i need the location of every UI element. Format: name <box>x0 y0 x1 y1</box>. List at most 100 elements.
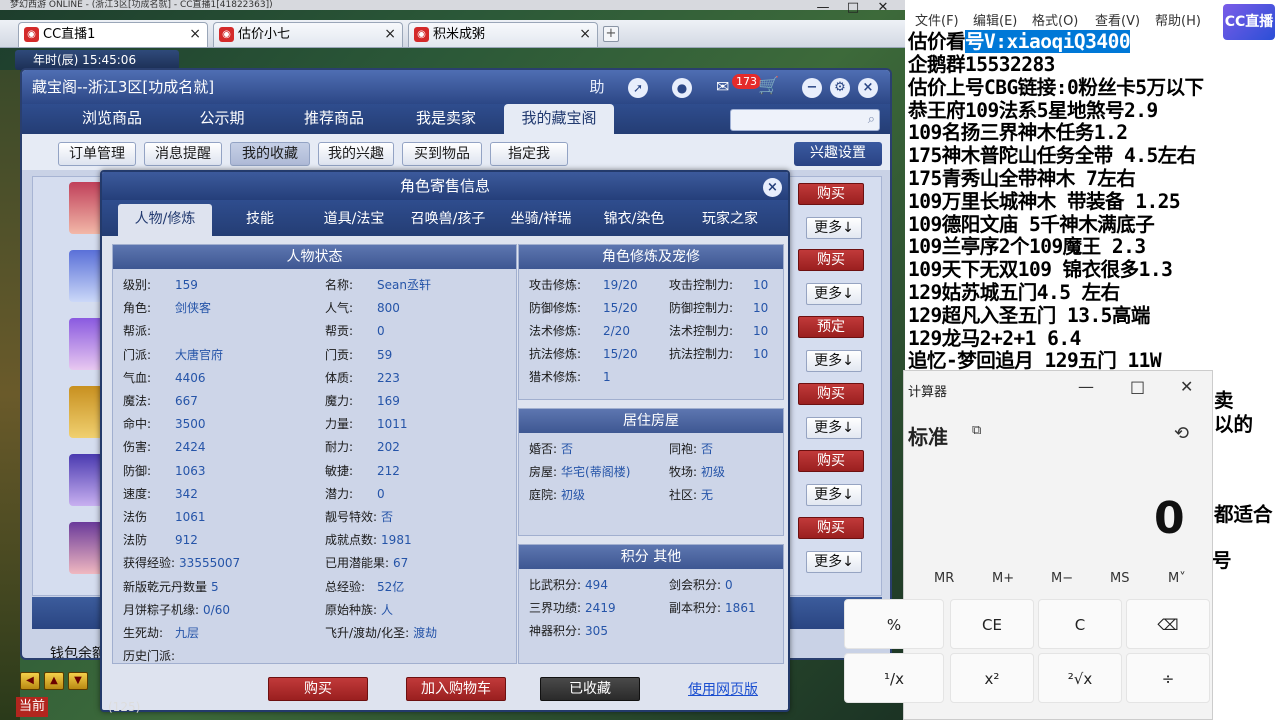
tab-mounts[interactable]: 坐骑/祥瑞 <box>502 204 580 236</box>
settings-gear-icon[interactable]: ⚙ <box>830 78 850 98</box>
add-to-cart-button[interactable]: 加入购物车 <box>406 677 506 701</box>
tab-outfits[interactable]: 锦衣/染色 <box>594 204 674 236</box>
close-icon[interactable]: × <box>858 78 878 98</box>
percent-key[interactable]: % <box>844 599 944 649</box>
clear-key[interactable]: C <box>1038 599 1122 649</box>
search-icon[interactable]: ⌕ <box>868 112 875 127</box>
interest-settings-button[interactable]: 兴趣设置 <box>794 142 882 166</box>
tab-close-icon[interactable]: × <box>189 23 201 46</box>
nav-my-cbg[interactable]: 我的藏宝阁 <box>504 104 614 134</box>
subnav-orders[interactable]: 订单管理 <box>58 142 136 166</box>
tab-character[interactable]: 人物/修炼 <box>118 204 212 236</box>
tab-pets[interactable]: 召唤兽/孩子 <box>402 204 494 236</box>
more-button[interactable]: 更多↓ <box>806 217 862 239</box>
up-arrow-icon[interactable]: ▲ <box>44 672 64 690</box>
memory-add-button[interactable]: M+ <box>992 571 1014 586</box>
cart-icon[interactable]: 🛒 <box>758 76 779 96</box>
more-button[interactable]: 更多↓ <box>806 283 862 305</box>
tab-cc-live[interactable]: ◉ CC直播1 × <box>18 22 208 47</box>
info-row: 副本积分: 1861 <box>669 598 756 618</box>
info-label: 防御修炼: <box>529 301 582 315</box>
sqrt-key[interactable]: ²√x <box>1038 653 1122 703</box>
selected-text[interactable]: 号V:xiaoqiQ3400 <box>965 30 1131 53</box>
notepad-overflow-line: 以的 <box>1214 413 1254 436</box>
divide-key[interactable]: ÷ <box>1126 653 1210 703</box>
more-button[interactable]: 更多↓ <box>806 350 862 372</box>
minimize-button[interactable]: — <box>1078 377 1094 396</box>
info-value: 223 <box>377 370 400 385</box>
nav-recommend[interactable]: 推荐商品 <box>284 104 384 134</box>
calculator-mode[interactable]: 标准 <box>908 421 948 450</box>
close-button[interactable]: ✕ <box>1180 377 1193 396</box>
reciprocal-key[interactable]: ¹/x <box>844 653 944 703</box>
help-button[interactable]: 助 <box>582 74 612 100</box>
favorited-button[interactable]: 已收藏 <box>540 677 640 701</box>
subnav-messages[interactable]: 消息提醒 <box>144 142 222 166</box>
info-label: 角色: <box>123 301 152 316</box>
subnav-assigned[interactable]: 指定我 <box>490 142 568 166</box>
new-tab-button[interactable]: + <box>603 26 619 42</box>
info-label: 法防 <box>123 533 148 548</box>
memory-list-button[interactable]: M˅ <box>1168 571 1186 586</box>
notepad-line: 估价上号CBG链接:0粉丝卡5万以下 <box>908 75 1204 99</box>
tab-home[interactable]: 玩家之家 <box>686 204 774 236</box>
close-icon[interactable]: × <box>763 178 782 197</box>
tab-close-icon[interactable]: × <box>579 23 591 46</box>
buy-button[interactable]: 购买 <box>798 383 864 405</box>
reserve-button[interactable]: 预定 <box>798 316 864 338</box>
subnav-interests[interactable]: 我的兴趣 <box>318 142 394 166</box>
info-label: 月饼粽子机缘: <box>123 602 200 617</box>
tab-valuation[interactable]: ◉ 估价小七 × <box>213 22 403 47</box>
web-version-link[interactable]: 使用网页版 <box>688 679 758 699</box>
square-key[interactable]: x² <box>950 653 1034 703</box>
menu-file[interactable]: 文件(F) <box>915 10 959 29</box>
more-button[interactable]: 更多↓ <box>806 417 862 439</box>
share-icon[interactable]: ➚ <box>628 78 648 98</box>
more-button[interactable]: 更多↓ <box>806 551 862 573</box>
tab-close-icon[interactable]: × <box>384 23 396 46</box>
subnav-favorites[interactable]: 我的收藏 <box>230 142 310 166</box>
minimize-button[interactable]: — <box>808 0 838 15</box>
buy-button[interactable]: 购买 <box>798 249 864 271</box>
buy-button[interactable]: 购买 <box>798 450 864 472</box>
tab-items[interactable]: 道具/法宝 <box>312 204 396 236</box>
nav-seller[interactable]: 我是卖家 <box>396 104 496 134</box>
info-value: 800 <box>377 301 400 316</box>
info-value: 59 <box>377 347 393 362</box>
record-icon[interactable]: ● <box>672 78 692 98</box>
tab-skills[interactable]: 技能 <box>222 204 298 236</box>
nav-browse[interactable]: 浏览商品 <box>62 104 162 134</box>
clear-entry-key[interactable]: CE <box>950 599 1034 649</box>
backspace-key[interactable]: ⌫ <box>1126 599 1210 649</box>
maximize-button[interactable]: □ <box>838 0 868 15</box>
keep-on-top-icon[interactable]: ⧉ <box>972 423 994 443</box>
history-icon[interactable]: ⟲ <box>1174 423 1189 444</box>
tab-jimi[interactable]: ◉ 积米成粥 × <box>408 22 598 47</box>
search-input[interactable]: ⌕ <box>730 109 880 131</box>
info-value: 渡劫 <box>413 626 438 640</box>
current-channel-button[interactable]: 当前 <box>16 697 48 717</box>
info-value: 1011 <box>377 417 408 432</box>
memory-recall-button[interactable]: MR <box>934 571 954 586</box>
down-arrow-icon[interactable]: ▼ <box>68 672 88 690</box>
menu-view[interactable]: 查看(V) <box>1095 10 1140 29</box>
buy-button[interactable]: 购买 <box>798 517 864 539</box>
memory-subtract-button[interactable]: M− <box>1051 571 1073 586</box>
more-button[interactable]: 更多↓ <box>806 484 862 506</box>
left-arrow-icon[interactable]: ◀ <box>20 672 40 690</box>
minimize-icon[interactable]: − <box>802 78 822 98</box>
memory-store-button[interactable]: MS <box>1110 571 1129 586</box>
menu-edit[interactable]: 编辑(E) <box>973 10 1017 29</box>
buy-button[interactable]: 购买 <box>268 677 368 701</box>
menu-help[interactable]: 帮助(H) <box>1155 10 1201 29</box>
maximize-button[interactable]: □ <box>1130 377 1145 396</box>
subnav-bought[interactable]: 买到物品 <box>402 142 482 166</box>
nav-public[interactable]: 公示期 <box>177 104 267 134</box>
info-label: 法伤 <box>123 510 148 524</box>
game-window-title: 梦幻西游 ONLINE - (浙江3区[功成名就] - CC直播1[418223… <box>0 0 905 10</box>
message-icon[interactable]: ✉ <box>716 77 729 96</box>
close-button[interactable]: ✕ <box>868 0 898 15</box>
buy-button[interactable]: 购买 <box>798 183 864 205</box>
menu-format[interactable]: 格式(O) <box>1032 10 1078 29</box>
role-sale-info-dialog: 角色寄售信息 × 人物/修炼 技能 道具/法宝 召唤兽/孩子 坐骑/祥瑞 锦衣/… <box>100 170 790 712</box>
